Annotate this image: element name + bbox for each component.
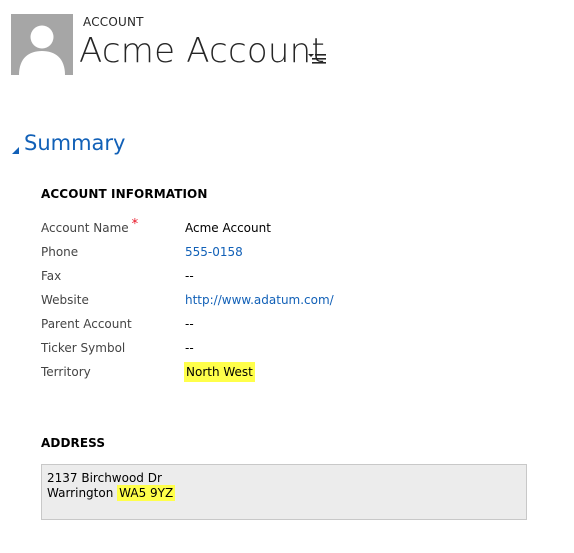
section-title-summary[interactable]: Summary	[24, 131, 125, 155]
field-label-ticker-symbol: Ticker Symbol	[41, 341, 126, 355]
record-title: Acme Account	[79, 31, 325, 71]
address-heading: ADDRESS	[41, 436, 106, 450]
phone-link[interactable]: 555-0158	[184, 244, 244, 260]
address-composite-field[interactable]: 2137 Birchwood Dr Warrington WA5 9YZ	[41, 464, 527, 520]
address-postcode: WA5 9YZ	[117, 485, 176, 501]
field-parent-account: Parent Account --	[41, 315, 541, 335]
account-form-page: ACCOUNT Acme Account Summary ACCOUNT INF…	[0, 0, 574, 553]
website-link[interactable]: http://www.adatum.com/	[184, 292, 335, 308]
field-label-account-name: Account Name *	[41, 217, 139, 235]
address-city-line: Warrington WA5 9YZ	[47, 485, 176, 501]
account-name-value[interactable]: Acme Account	[184, 220, 272, 236]
required-indicator: *	[131, 217, 139, 232]
address-city: Warrington	[47, 486, 114, 500]
field-label-phone: Phone	[41, 245, 79, 259]
field-territory: Territory North West	[41, 362, 541, 383]
avatar-person-icon[interactable]	[11, 14, 73, 75]
fax-value[interactable]: --	[184, 268, 195, 284]
field-account-name: Account Name * Acme Account	[41, 217, 541, 239]
collapse-triangle-icon[interactable]	[11, 140, 21, 154]
field-label-fax: Fax	[41, 269, 62, 283]
field-phone: Phone 555-0158	[41, 243, 541, 263]
field-fax: Fax --	[41, 267, 541, 287]
field-label-territory: Territory	[41, 365, 91, 379]
account-information-heading: ACCOUNT INFORMATION	[41, 187, 208, 201]
parent-account-value[interactable]: --	[184, 316, 195, 332]
ticker-symbol-value[interactable]: --	[184, 340, 195, 356]
field-label-website: Website	[41, 293, 89, 307]
field-label-parent-account: Parent Account	[41, 317, 132, 331]
entity-type-label: ACCOUNT	[83, 15, 144, 29]
record-menu-icon[interactable]	[306, 51, 328, 67]
territory-value[interactable]: North West	[184, 362, 255, 382]
field-ticker-symbol: Ticker Symbol --	[41, 339, 541, 359]
field-website: Website http://www.adatum.com/	[41, 291, 541, 311]
address-street-line: 2137 Birchwood Dr	[47, 471, 162, 485]
